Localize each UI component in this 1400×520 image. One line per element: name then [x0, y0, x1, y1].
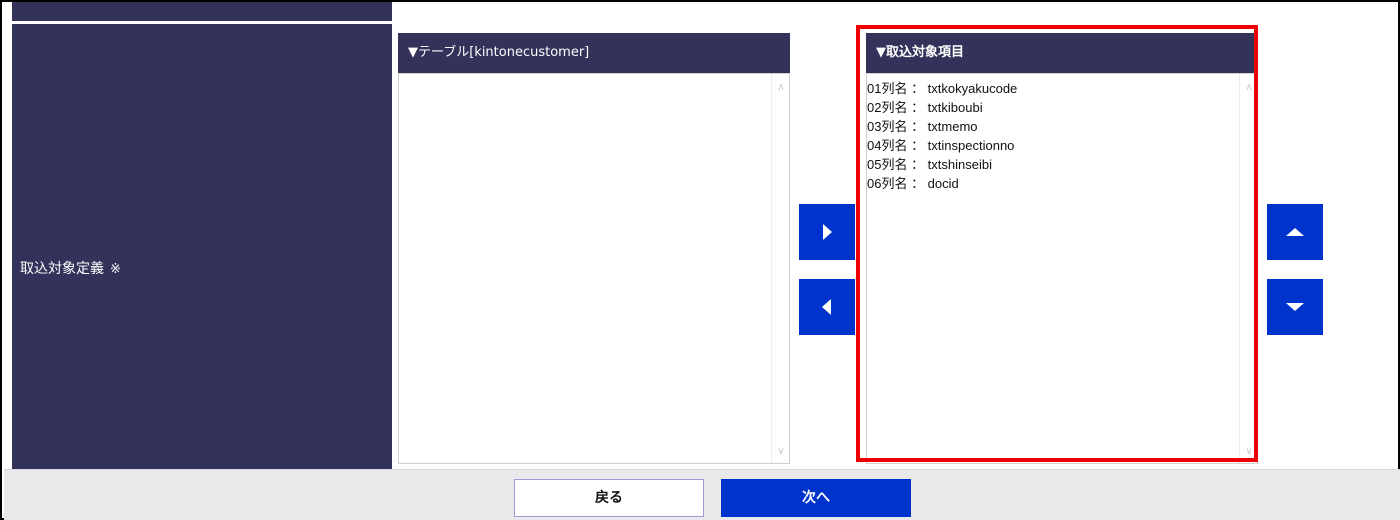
target-list-scrollbar[interactable]: ∧ ∨ [1239, 74, 1257, 463]
caret-left-icon [822, 299, 831, 315]
source-column-list[interactable]: ∧ ∨ [398, 73, 790, 464]
list-item[interactable]: 03列名 ： txtmemo [867, 117, 1017, 136]
label-column-top [12, 2, 392, 23]
caret-right-icon [823, 224, 832, 240]
required-mark: ※ [110, 262, 121, 277]
list-item[interactable]: 04列名 ： txtinspectionno [867, 136, 1017, 155]
list-item[interactable]: 06列名 ： docid [867, 174, 1017, 193]
back-button[interactable]: 戻る [514, 479, 704, 517]
move-up-button[interactable] [1267, 204, 1323, 260]
caret-up-icon [1286, 228, 1304, 236]
remove-column-button[interactable] [799, 279, 855, 335]
add-column-button[interactable] [799, 204, 855, 260]
caret-down-icon [1286, 303, 1304, 311]
source-panel-header: ▼テーブル[kintonecustomer] [398, 33, 790, 73]
scroll-up-icon[interactable]: ∧ [772, 82, 789, 93]
list-item[interactable]: 01列名 ： txtkokyakucode [867, 79, 1017, 98]
target-items: 01列名 ： txtkokyakucode 02列名 ： txtkiboubi … [867, 79, 1017, 193]
field-label: 取込対象定義 ※ [20, 258, 121, 278]
scroll-down-icon[interactable]: ∨ [1240, 446, 1257, 457]
next-button[interactable]: 次へ [721, 479, 911, 517]
target-column-list[interactable]: 01列名 ： txtkokyakucode 02列名 ： txtkiboubi … [866, 73, 1258, 464]
import-definition-screen: 取込対象定義 ※ ▼テーブル[kintonecustomer] ∧ ∨ ▼取込対象… [0, 0, 1400, 520]
scroll-down-icon[interactable]: ∨ [772, 446, 789, 457]
scroll-up-icon[interactable]: ∧ [1240, 82, 1257, 93]
list-item[interactable]: 05列名 ： txtshinseibi [867, 155, 1017, 174]
field-label-text: 取込対象定義 [20, 261, 104, 277]
move-down-button[interactable] [1267, 279, 1323, 335]
divider [12, 21, 392, 23]
target-panel-header: ▼取込対象項目 [866, 33, 1258, 73]
list-item[interactable]: 02列名 ： txtkiboubi [867, 98, 1017, 117]
field-label-cell: 取込対象定義 ※ [12, 24, 392, 469]
source-list-scrollbar[interactable]: ∧ ∨ [771, 74, 789, 463]
